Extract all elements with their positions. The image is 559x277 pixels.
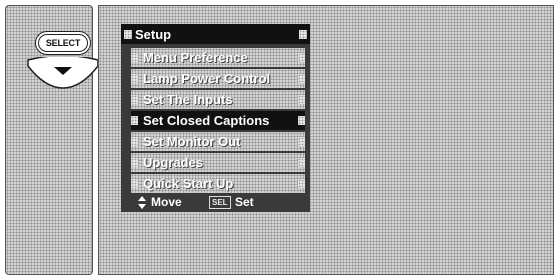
setup-menu: Setup Menu Preference Lamp Power Control… [121,24,310,212]
menu-item-menu-preference[interactable]: Menu Preference [131,48,305,67]
select-button[interactable]: SELECT [35,31,91,55]
menu-item-label: Upgrades [143,155,203,170]
setup-title-bar: Setup [121,24,310,44]
menu-item-label: Set The Inputs [143,92,233,107]
menu-item-label: Menu Preference [143,50,248,65]
title-left-cap [124,30,132,39]
item-left-cap [131,137,138,146]
setup-title: Setup [135,27,172,42]
item-right-cap [298,53,305,62]
title-right-cap [299,30,307,39]
menu-item-lamp-power-control[interactable]: Lamp Power Control [131,69,305,88]
item-right-cap [298,137,305,146]
item-right-cap [298,179,305,188]
menu-item-set-closed-captions[interactable]: Set Closed Captions [131,111,305,130]
item-left-cap [131,158,138,167]
set-hint-label: Set [235,195,254,209]
remote-control-panel: SELECT [5,5,99,275]
menu-item-upgrades[interactable]: Upgrades [131,153,305,172]
item-left-cap [131,95,138,104]
menu-item-label: Quick Start Up [143,176,234,191]
menu-item-label: Set Monitor Out [143,134,241,149]
item-left-cap [131,53,138,62]
up-down-arrows-icon [138,196,146,209]
menu-item-set-monitor-out[interactable]: Set Monitor Out [131,132,305,151]
menu-item-label: Lamp Power Control [143,71,271,86]
item-right-cap [298,74,305,83]
sel-key-icon: SEL [209,196,231,209]
select-button-inner-ring [38,34,88,52]
down-arrow-button[interactable] [25,57,101,91]
menu-item-set-the-inputs[interactable]: Set The Inputs [131,90,305,109]
item-right-cap [298,95,305,104]
item-left-cap [131,116,138,125]
item-right-cap [298,116,305,125]
item-left-cap [131,74,138,83]
item-right-cap [298,158,305,167]
menu-item-label: Set Closed Captions [143,113,270,128]
move-hint-label: Move [151,195,182,209]
item-left-cap [131,179,138,188]
menu-footer-hint: Move SEL Set [131,194,305,211]
menu-item-quick-start-up[interactable]: Quick Start Up [131,174,305,193]
